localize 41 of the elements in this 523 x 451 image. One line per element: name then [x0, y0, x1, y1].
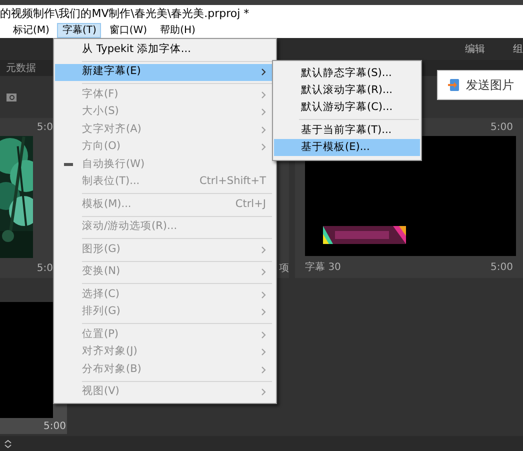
chevron-right-icon [261, 290, 266, 299]
chevron-right-icon [261, 388, 266, 396]
clip-duration: 5:00 [44, 420, 66, 434]
clip-name: 项 [279, 262, 289, 276]
menu-item[interactable]: 默认滚动字幕(R)... [274, 82, 420, 99]
clip-card[interactable]: 5:0 5:0 [0, 118, 53, 278]
chevron-right-icon [261, 366, 266, 374]
menu-bar-item[interactable]: 窗口(W) [104, 23, 152, 38]
sort-icon[interactable] [4, 440, 12, 448]
menu-bar-item[interactable]: 标记(M) [8, 23, 54, 38]
workspace-tab[interactable]: 组 [513, 42, 523, 56]
workspace-tab[interactable]: 编辑 [465, 42, 485, 56]
panel-tab[interactable]: 元数据 [6, 60, 36, 76]
send-picture-toast[interactable]: 发送图片 [437, 70, 523, 100]
chevron-right-icon [261, 68, 266, 76]
menu-item[interactable]: 新建字幕(E) [55, 64, 275, 81]
clip-duration: 5:00 [490, 120, 513, 134]
clip-name: 字幕 30 [305, 260, 341, 274]
menu-item[interactable]: 默认静态字幕(S)... [274, 65, 420, 82]
clip-duration: 5:0 [36, 262, 53, 276]
chevron-right-icon [261, 348, 266, 356]
chevron-right-icon [261, 330, 266, 339]
chevron-right-icon [261, 308, 266, 316]
menu-bar-item[interactable]: 帮助(H) [155, 23, 200, 38]
folder-search-icon[interactable] [6, 92, 17, 102]
clip-duration: 5:00 [490, 260, 513, 274]
chevron-right-icon [261, 143, 266, 152]
chevron-right-icon [261, 108, 266, 116]
menu-item[interactable]: 基于模板(E)... [274, 139, 420, 156]
chevron-right-icon [261, 246, 266, 254]
menu-item[interactable]: 默认游动字幕(C)... [274, 99, 420, 116]
chevron-right-icon [261, 126, 266, 134]
shortcut-text: Ctrl+Shift+T [199, 174, 266, 190]
popup-label: 发送图片 [466, 77, 514, 94]
menu-bar-item[interactable]: 字幕(T) [57, 23, 102, 38]
shortcut-text: Ctrl+J [235, 196, 266, 212]
window-title: 的视频制作\我们的MV制作\春光美\春光美.prproj * [0, 6, 250, 22]
clip-duration: 5:0 [36, 120, 53, 134]
menu-item[interactable]: 从 Typekit 添加字体... [55, 41, 275, 58]
chevron-right-icon [261, 90, 266, 99]
chevron-right-icon [261, 268, 266, 276]
